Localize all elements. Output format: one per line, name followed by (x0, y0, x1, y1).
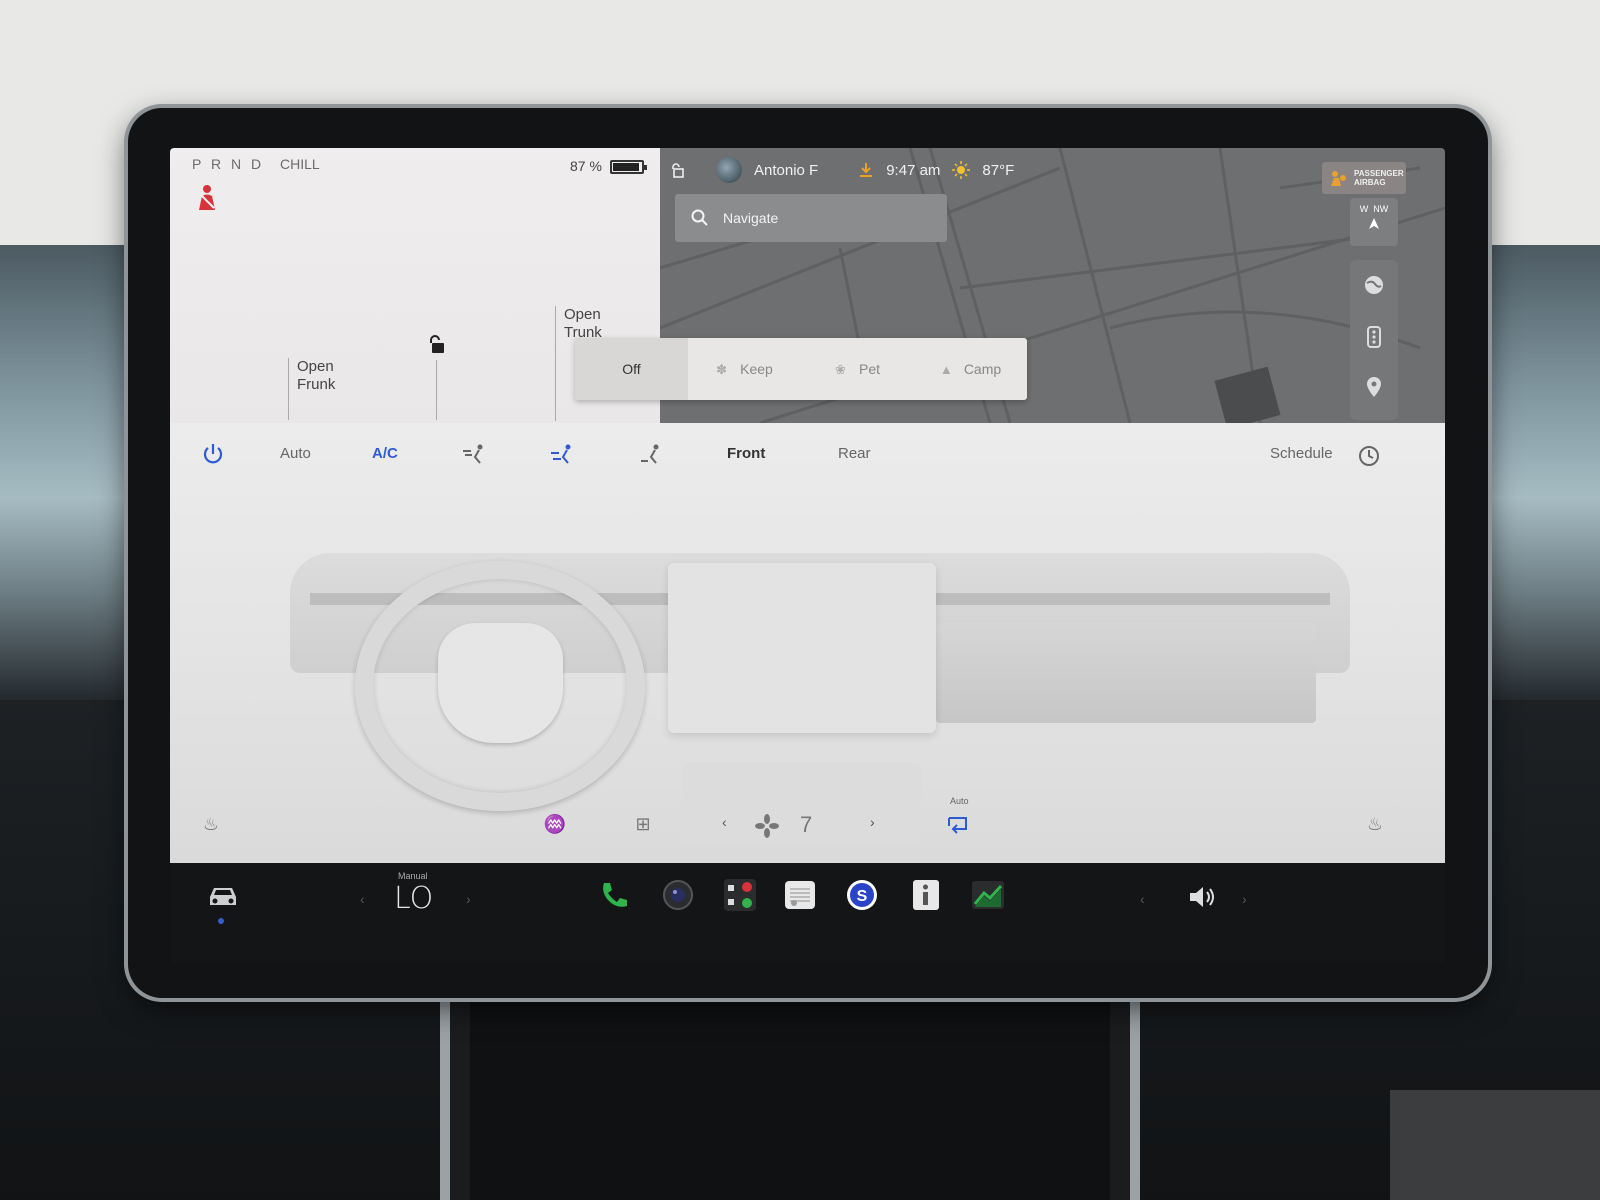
climate-keeper-selector: Off ✽ Keep ❀ Pet ▲ Camp (575, 338, 1027, 400)
clock-icon[interactable] (1358, 445, 1380, 467)
open-frunk-line2: Frunk (297, 376, 336, 393)
airflow-feet-icon[interactable] (548, 443, 574, 465)
search-placeholder: Navigate (723, 210, 779, 226)
volume-increase-button[interactable]: › (1242, 891, 1247, 907)
dashcam-icon[interactable] (722, 877, 758, 913)
svg-text:S: S (857, 888, 868, 905)
unlock-icon[interactable] (426, 334, 446, 354)
open-frunk-button[interactable]: Open Frunk (288, 358, 335, 420)
center-console-inner (470, 1000, 1110, 1200)
airbag-line1: PASSENGER (1354, 169, 1404, 178)
airflow-windshield-icon[interactable] (636, 443, 662, 465)
outside-temperature: 87°F (982, 161, 1015, 179)
fan-icon (755, 814, 779, 838)
fan-decrease-button[interactable]: ‹ (722, 814, 727, 830)
phone-icon[interactable] (596, 877, 632, 913)
map-controls: W NW (1350, 198, 1400, 423)
radio-icon[interactable] (782, 877, 818, 913)
climate-controls-row: Auto A/C Front Rear Schedule (170, 439, 1445, 475)
status-bar: Antonio F 9:47 am 87°F (670, 156, 1014, 184)
rear-zone-tab[interactable]: Rear (838, 445, 871, 462)
lock-status-icon[interactable] (670, 162, 684, 178)
temp-mode-label: Manual (398, 871, 428, 881)
user-name[interactable]: Antonio F (754, 162, 818, 179)
front-defrost-icon[interactable]: ♒ (542, 814, 568, 838)
climate-auto-button[interactable]: Auto (280, 445, 311, 462)
fan-speed-value: 7 (800, 812, 813, 837)
cabin-glovebox (936, 623, 1316, 723)
bottom-dock: ‹ Manual LO › S ‹ › (170, 863, 1445, 963)
keeper-pet[interactable]: ❀ Pet (801, 338, 914, 400)
streaming-app-icon[interactable]: S (844, 877, 880, 913)
compass-arrow-icon (1369, 218, 1379, 229)
rear-defrost-icon[interactable]: ⊞ (630, 814, 656, 838)
energy-app-icon[interactable] (970, 877, 1006, 913)
compass-button[interactable]: W NW (1350, 198, 1398, 246)
gear-indicator: P R N D (192, 156, 265, 172)
seatbelt-warning-icon (199, 185, 215, 210)
battery-percent: 87 % (570, 158, 602, 174)
temp-decrease-button[interactable]: ‹ (360, 891, 365, 907)
camera-icon[interactable] (660, 877, 696, 913)
battery-icon (610, 160, 647, 174)
cabin-center-screen (668, 563, 936, 733)
avatar[interactable] (716, 157, 742, 183)
keeper-off[interactable]: Off (575, 338, 688, 400)
passenger-airbag-indicator: PASSENGER AIRBAG (1322, 162, 1406, 194)
compass-w: W (1359, 204, 1369, 214)
airbag-icon (1331, 171, 1346, 186)
car-active-indicator (218, 918, 224, 924)
temp-increase-button[interactable]: › (466, 891, 471, 907)
cabin-illustration (230, 513, 1380, 843)
navigate-search[interactable]: Navigate (675, 194, 947, 242)
climate-power-icon[interactable] (202, 443, 224, 465)
sun-icon (952, 161, 971, 179)
keeper-keep[interactable]: ✽ Keep (688, 338, 801, 400)
clock-time: 9:47 am (886, 161, 941, 179)
recirculation-icon[interactable] (946, 814, 970, 836)
climate-bottom-row: ♨ ♒ ⊞ ‹ 7 › Auto ♨ (170, 796, 1445, 848)
open-frunk-line1: Open (297, 358, 334, 375)
floor-panel (1390, 1090, 1600, 1200)
front-zone-tab[interactable]: Front (727, 445, 765, 462)
globe-icon[interactable] (1363, 274, 1385, 296)
fan-increase-button[interactable]: › (870, 814, 875, 830)
recirc-auto-label: Auto (950, 796, 969, 806)
cabin-temperature: LO (394, 881, 434, 916)
tent-icon: ▲ (939, 362, 953, 377)
volume-icon[interactable] (1188, 885, 1218, 909)
search-icon (691, 209, 708, 226)
traffic-icon[interactable] (1367, 326, 1381, 348)
ac-button[interactable]: A/C (372, 445, 398, 462)
open-trunk-line1: Open (564, 306, 601, 323)
climate-panel: Auto A/C Front Rear Schedule ♨ ♒ ⊞ ‹ 7 ›… (170, 423, 1445, 863)
location-pin-icon[interactable] (1365, 376, 1383, 398)
airflow-face-icon[interactable] (460, 443, 486, 465)
compass-nw: NW (1373, 204, 1389, 214)
car-icon[interactable] (206, 883, 240, 909)
fan-icon: ✽ (716, 362, 728, 377)
keeper-camp-label: Camp (963, 361, 1002, 377)
volume-decrease-button[interactable]: ‹ (1140, 891, 1145, 907)
keeper-keep-label: Keep (740, 361, 773, 377)
touchscreen: P R N D CHILL 87 % Open Frunk Open Trunk (170, 148, 1445, 963)
passenger-seat-heat-icon[interactable]: ♨ (1362, 814, 1388, 838)
schedule-button[interactable]: Schedule (1270, 445, 1333, 462)
airbag-line2: AIRBAG (1354, 178, 1386, 187)
lock-callout-line (436, 360, 437, 420)
drive-mode: CHILL (280, 156, 320, 172)
battery-fill (613, 163, 640, 171)
steering-hub (438, 623, 563, 743)
driver-seat-heat-icon[interactable]: ♨ (198, 814, 224, 838)
download-icon[interactable] (858, 162, 874, 178)
map-tools (1350, 260, 1398, 420)
keeper-pet-label: Pet (858, 361, 880, 377)
manual-icon[interactable] (908, 877, 944, 913)
keeper-camp[interactable]: ▲ Camp (914, 338, 1027, 400)
paw-icon: ❀ (834, 362, 846, 377)
keeper-off-label: Off (622, 361, 641, 377)
